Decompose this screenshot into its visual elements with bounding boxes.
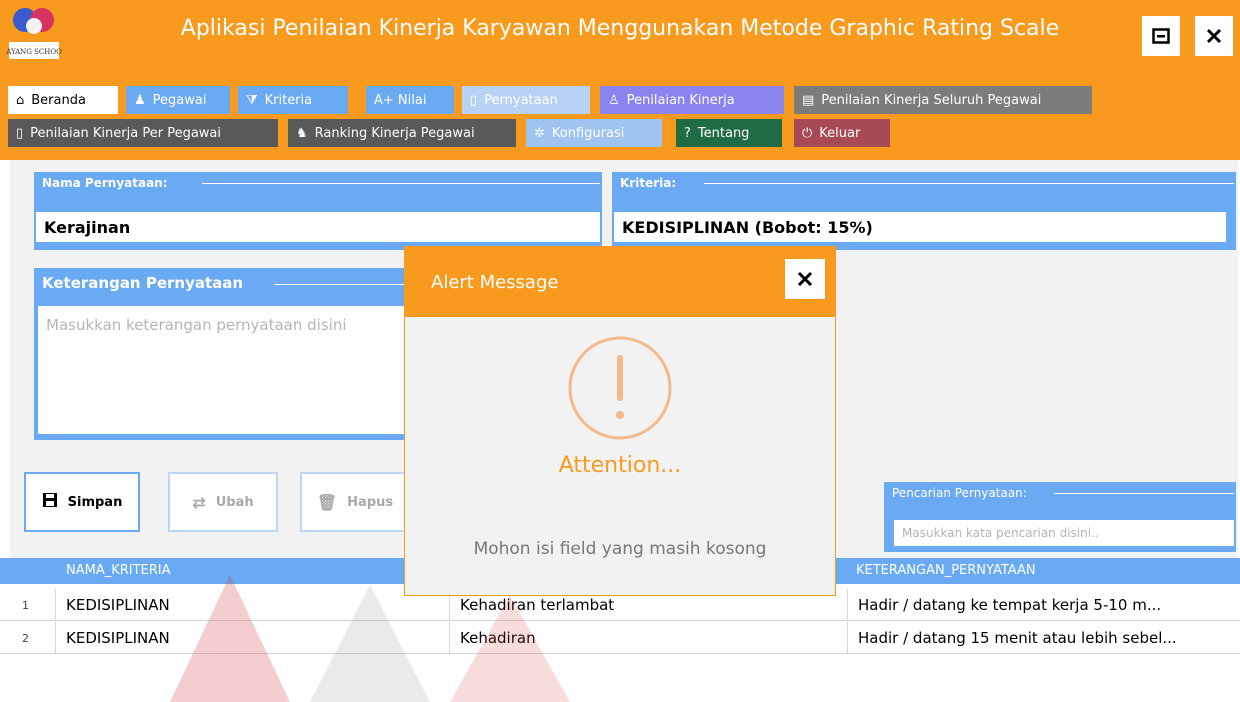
alert-dialog: Alert Message Attention... Mohon isi fie… — [404, 246, 836, 596]
power-icon: ⏻ — [802, 125, 813, 141]
menu-kriteria[interactable]: ⧩ Kriteria — [238, 86, 348, 114]
menu-label: Penilaian Kinerja Per Pegawai — [30, 125, 221, 141]
menu-keluar[interactable]: ⏻ Keluar — [794, 119, 890, 147]
alert-message: Mohon isi field yang masih kosong — [473, 539, 767, 559]
kriteria-select[interactable]: KEDISIPLINAN (Bobot: 15%) — [614, 212, 1226, 242]
swap-icon: ⇄ — [192, 492, 206, 512]
svg-text:SAYANG SCHOOL: SAYANG SCHOOL — [6, 48, 62, 56]
close-button[interactable] — [1195, 16, 1233, 56]
window-title: Aplikasi Penilaian Kinerja Karyawan Meng… — [180, 16, 1060, 41]
menu-penilaian-kinerja[interactable]: ♙ Penilaian Kinerja — [600, 86, 784, 114]
main-menu: ⌂ Beranda ♟ Pegawai ⧩ Kriteria A+ Nilai … — [0, 78, 1240, 160]
simpan-label: Simpan — [67, 494, 123, 510]
keterangan-textarea[interactable]: Masukkan keterangan pernyataan disini — [38, 306, 432, 434]
column-header-nama-kriteria[interactable]: NAMA_KRITERIA — [66, 563, 171, 578]
trash-icon: 🗑 — [316, 492, 338, 512]
alert-close-button[interactable] — [785, 259, 825, 299]
close-icon — [1206, 28, 1222, 44]
thumbs-up-icon: ♞ — [296, 125, 308, 141]
keterangan-label: Keterangan Pernyataan — [42, 274, 244, 292]
cell-keterangan: Hadir / datang ke tempat kerja 5-10 m... — [858, 596, 1162, 614]
nama-pernyataan-label: Nama Pernyataan: — [42, 176, 168, 190]
users-icon: ♟ — [134, 92, 146, 108]
title-bar: SAYANG SCHOOL Aplikasi Penilaian Kinerja… — [0, 0, 1240, 78]
save-icon — [42, 492, 58, 512]
simpan-button[interactable]: Simpan — [24, 472, 140, 532]
menu-label: Ranking Kinerja Pegawai — [314, 125, 475, 141]
menu-label: Tentang — [697, 125, 750, 141]
menu-pegawai[interactable]: ♟ Pegawai — [126, 86, 230, 114]
column-header-keterangan[interactable]: KETERANGAN_PERNYATAAN — [856, 563, 1036, 578]
menu-tentang[interactable]: ? Tentang — [676, 119, 782, 147]
nama-pernyataan-input[interactable]: Kerajinan — [36, 212, 600, 242]
alert-heading: Attention... — [558, 453, 682, 478]
question-icon: ? — [684, 125, 691, 141]
cell-kriteria: KEDISIPLINAN — [56, 622, 450, 654]
kriteria-label: Kriteria: — [620, 176, 677, 190]
group-divider — [1054, 493, 1234, 494]
warning-icon — [568, 336, 672, 440]
menu-label: Penilaian Kinerja — [626, 92, 735, 108]
hapus-button[interactable]: 🗑 Hapus — [300, 472, 410, 532]
report-icon: ▤ — [802, 92, 815, 108]
cell-keterangan: Hadir / datang 15 menit atau lebih sebel… — [858, 629, 1177, 647]
menu-label: Beranda — [31, 92, 86, 108]
menu-penilaian-kinerja-seluruh[interactable]: ▤ Penilaian Kinerja Seluruh Pegawai — [794, 86, 1092, 114]
menu-label: Keluar — [819, 125, 861, 141]
group-divider — [704, 183, 1234, 184]
menu-label: A+ Nilai — [374, 92, 427, 108]
cell-kriteria: KEDISIPLINAN — [56, 589, 450, 621]
row-number: 1 — [0, 589, 56, 621]
menu-label: Pernyataan — [484, 92, 558, 108]
menu-label: Konfigurasi — [551, 125, 625, 141]
menu-nilai[interactable]: A+ Nilai — [366, 86, 454, 114]
menu-label: Pegawai — [152, 92, 207, 108]
person-icon: ♙ — [608, 92, 620, 108]
home-icon: ⌂ — [16, 92, 25, 108]
menu-beranda[interactable]: ⌂ Beranda — [8, 86, 118, 114]
row-number: 2 — [0, 622, 56, 654]
menu-ranking-kinerja[interactable]: ♞ Ranking Kinerja Pegawai — [288, 119, 516, 147]
document-icon: ▯ — [16, 125, 24, 141]
menu-penilaian-per-pegawai[interactable]: ▯ Penilaian Kinerja Per Pegawai — [8, 119, 278, 147]
minimize-button[interactable] — [1142, 16, 1180, 56]
menu-label: Penilaian Kinerja Seluruh Pegawai — [821, 92, 1042, 108]
menu-label: Kriteria — [264, 92, 313, 108]
alert-header: Alert Message — [405, 247, 835, 317]
cell-pernyataan: Kehadiran — [450, 622, 848, 654]
close-icon — [797, 271, 813, 287]
minimize-icon — [1152, 28, 1170, 44]
document-icon: ▯ — [470, 92, 478, 108]
group-divider — [202, 183, 600, 184]
ubah-label: Ubah — [215, 494, 254, 510]
filter-sort-icon: ⧩ — [246, 92, 258, 108]
menu-pernyataan[interactable]: ▯ Pernyataan — [462, 86, 590, 114]
hapus-label: Hapus — [347, 494, 394, 510]
ubah-button[interactable]: ⇄ Ubah — [168, 472, 278, 532]
menu-konfigurasi[interactable]: ✲ Konfigurasi — [526, 119, 662, 147]
gear-icon: ✲ — [534, 125, 545, 141]
alert-title: Alert Message — [431, 272, 559, 293]
search-input[interactable]: Masukkan kata pencarian disini.. — [894, 520, 1234, 546]
table-row[interactable]: 2 KEDISIPLINAN Kehadiran Hadir / datang … — [0, 622, 1240, 654]
search-label: Pencarian Pernyataan: — [892, 486, 1027, 500]
